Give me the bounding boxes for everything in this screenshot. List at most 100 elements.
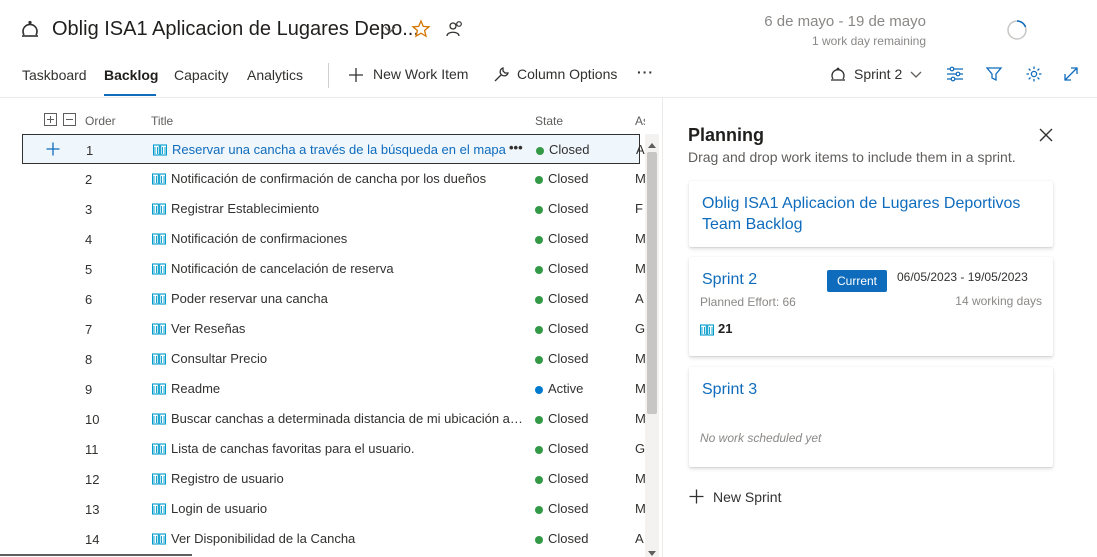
table-row[interactable]: 13 Login de usuario Closed M bbox=[22, 494, 646, 524]
gear-icon[interactable] bbox=[1025, 65, 1043, 88]
team-members-icon[interactable] bbox=[445, 19, 465, 44]
user-story-icon bbox=[151, 262, 167, 280]
row-title[interactable]: Notificación de confirmaciones bbox=[171, 231, 524, 246]
column-options-label: Column Options bbox=[517, 66, 618, 82]
sprint-progress-ring bbox=[1006, 19, 1028, 46]
view-options-icon[interactable] bbox=[945, 65, 965, 88]
team-backlog-label[interactable]: Team Backlog bbox=[702, 216, 803, 234]
column-header-assigned[interactable]: Assig bbox=[635, 114, 645, 128]
add-child-icon[interactable] bbox=[45, 141, 61, 162]
tab-capacity[interactable]: Capacity bbox=[174, 67, 228, 83]
row-title[interactable]: Notificación de cancelación de reserva bbox=[171, 261, 524, 276]
row-title[interactable]: Notificación de confirmación de cancha p… bbox=[171, 171, 524, 186]
fullscreen-icon[interactable] bbox=[1062, 65, 1080, 88]
more-actions-icon[interactable]: ··· bbox=[637, 64, 654, 80]
state-dot bbox=[535, 506, 543, 514]
row-state: Closed bbox=[548, 471, 589, 486]
row-order: 7 bbox=[85, 322, 93, 337]
row-title[interactable]: Poder reservar una cancha bbox=[171, 291, 524, 306]
user-story-icon bbox=[151, 532, 167, 550]
row-title[interactable]: Lista de canchas favoritas para el usuar… bbox=[171, 441, 524, 456]
state-dot bbox=[535, 356, 543, 364]
tab-selected-indicator bbox=[104, 94, 156, 96]
state-dot bbox=[535, 296, 543, 304]
row-order: 2 bbox=[85, 172, 93, 187]
row-assigned: A bbox=[635, 531, 644, 546]
table-row[interactable]: 7 Ver Reseñas Closed G bbox=[22, 314, 645, 344]
collapse-all-icon[interactable] bbox=[63, 113, 76, 131]
scroll-up-icon[interactable] bbox=[647, 136, 657, 154]
table-row[interactable]: 14 Ver Disponibilidad de la Cancha Closed A bbox=[22, 524, 644, 554]
tab-analytics[interactable]: Analytics bbox=[247, 67, 303, 83]
row-state: Active bbox=[548, 381, 584, 396]
column-header-state[interactable]: State bbox=[535, 114, 563, 128]
table-row[interactable]: ••• 1 Reservar una cancha a través de la b… bbox=[22, 134, 645, 164]
row-title[interactable]: Registro de usuario bbox=[171, 471, 524, 486]
user-story-icon bbox=[151, 292, 167, 310]
row-order: 11 bbox=[85, 442, 99, 457]
table-row[interactable]: 2 Notificación de confirmación de cancha … bbox=[22, 164, 646, 194]
planning-subtitle: Drag and drop work items to include them… bbox=[688, 149, 1016, 165]
row-title[interactable]: Reservar una cancha a través de la búsqu… bbox=[172, 142, 525, 157]
table-row[interactable]: 8 Consultar Precio Closed M bbox=[22, 344, 646, 374]
new-work-item-button[interactable]: New Work Item bbox=[347, 63, 472, 87]
table-row[interactable]: 4 Notificación de confirmaciones Closed M bbox=[22, 224, 646, 254]
favorite-star-icon[interactable] bbox=[411, 19, 431, 44]
table-row[interactable]: 6 Poder reservar una cancha Closed A bbox=[22, 284, 644, 314]
chevron-down-icon[interactable] bbox=[382, 21, 398, 42]
user-story-icon bbox=[151, 412, 167, 430]
working-days: 14 working days bbox=[955, 294, 1042, 308]
row-title[interactable]: Buscar canchas a determinada distancia d… bbox=[171, 411, 524, 426]
row-state: Closed bbox=[548, 291, 589, 306]
column-header-order[interactable]: Order bbox=[85, 114, 116, 128]
scroll-down-icon[interactable] bbox=[647, 545, 657, 557]
user-story-icon bbox=[151, 502, 167, 520]
close-icon[interactable] bbox=[1039, 128, 1053, 147]
row-title[interactable]: Login de usuario bbox=[171, 501, 524, 516]
plus-icon bbox=[688, 488, 705, 510]
state-dot bbox=[535, 536, 543, 544]
column-options-button[interactable]: Column Options bbox=[492, 63, 622, 87]
sprint-selector[interactable]: Sprint 2 bbox=[829, 63, 925, 87]
tab-backlog[interactable]: Backlog bbox=[104, 67, 158, 83]
row-assigned: G bbox=[635, 441, 646, 456]
table-row[interactable]: 3 Registrar Establecimiento Closed F bbox=[22, 194, 643, 224]
column-header-title[interactable]: Title bbox=[151, 114, 173, 128]
plus-icon bbox=[347, 66, 365, 89]
table-row[interactable]: 10 Buscar canchas a determinada distancia… bbox=[22, 404, 646, 434]
row-state: Closed bbox=[548, 531, 589, 546]
new-sprint-button[interactable]: New Sprint bbox=[688, 486, 788, 508]
user-story-icon bbox=[151, 172, 167, 190]
user-story-icon bbox=[151, 352, 167, 370]
state-dot bbox=[535, 446, 543, 454]
row-state: Closed bbox=[548, 231, 589, 246]
row-title[interactable]: Registrar Establecimiento bbox=[171, 201, 524, 216]
row-title[interactable]: Readme bbox=[171, 381, 524, 396]
table-row[interactable]: 9 Readme Active M bbox=[22, 374, 646, 404]
grid-scrollbar-thumb[interactable] bbox=[647, 152, 657, 414]
sprint-3-name[interactable]: Sprint 3 bbox=[702, 381, 757, 399]
row-title[interactable]: Ver Disponibilidad de la Cancha bbox=[171, 531, 524, 546]
tab-taskboard[interactable]: Taskboard bbox=[22, 67, 87, 83]
row-title[interactable]: Consultar Precio bbox=[171, 351, 524, 366]
row-state: Closed bbox=[548, 441, 589, 456]
panel-divider bbox=[662, 98, 663, 557]
state-dot bbox=[535, 476, 543, 484]
row-order: 12 bbox=[85, 472, 100, 487]
row-order: 8 bbox=[85, 352, 93, 367]
expand-all-icon[interactable] bbox=[44, 113, 57, 131]
row-order: 6 bbox=[85, 292, 93, 307]
sprint-3-card[interactable]: Sprint 3 No work scheduled yet bbox=[689, 367, 1053, 467]
row-assigned: A bbox=[635, 291, 644, 306]
table-row[interactable]: 12 Registro de usuario Closed M bbox=[22, 464, 646, 494]
filter-icon[interactable] bbox=[985, 65, 1003, 88]
sprint-2-card[interactable]: Sprint 2 Current 06/05/2023 - 19/05/2023… bbox=[689, 257, 1053, 356]
table-row[interactable]: 5 Notificación de cancelación de reserva C… bbox=[22, 254, 646, 284]
row-title[interactable]: Ver Reseñas bbox=[171, 321, 524, 336]
team-backlog-card[interactable]: Oblig ISA1 Aplicacion de Lugares Deporti… bbox=[689, 181, 1053, 247]
sprint-2-name[interactable]: Sprint 2 bbox=[702, 271, 757, 289]
team-backlog-name[interactable]: Oblig ISA1 Aplicacion de Lugares Deporti… bbox=[702, 195, 1020, 213]
row-state: Closed bbox=[549, 142, 590, 157]
row-order: 1 bbox=[86, 143, 94, 158]
table-row[interactable]: 11 Lista de canchas favoritas para el usu… bbox=[22, 434, 645, 464]
